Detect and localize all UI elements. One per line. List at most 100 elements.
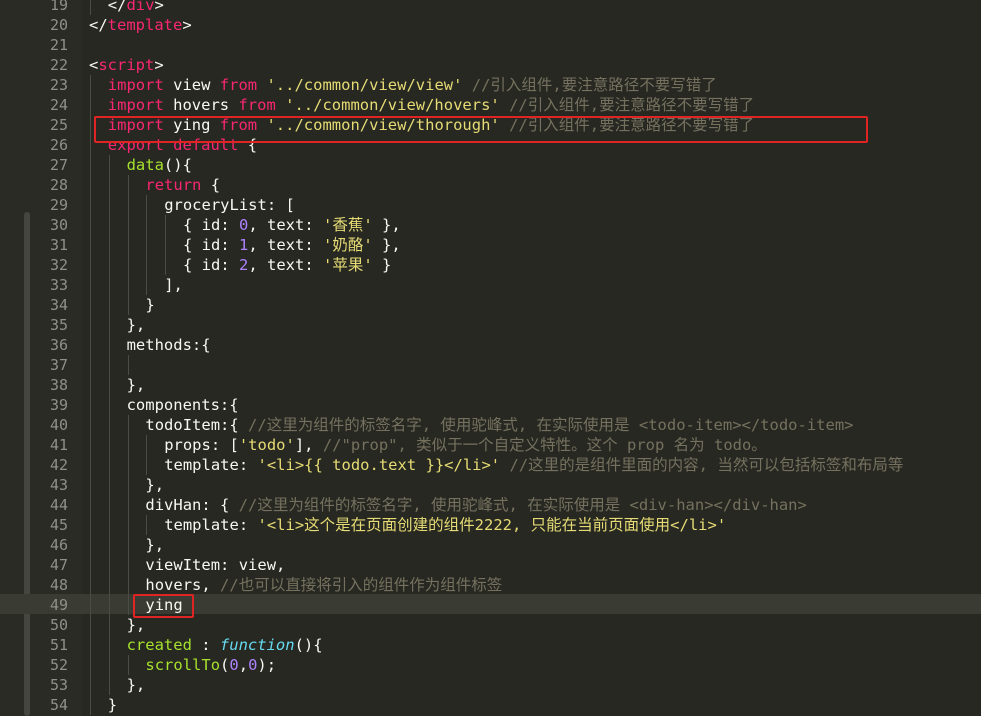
code-text[interactable]: import view from '../common/view/view' /…: [108, 75, 717, 95]
code-text[interactable]: template: '<li>{{ todo.text }}</li>' //这…: [164, 455, 903, 475]
code-line[interactable]: 44 divHan: { //这里为组件的标签名字, 使用驼峰式, 在实际使用是 …: [0, 495, 981, 515]
code-line[interactable]: 28 return {: [0, 175, 981, 195]
indent-guide: [127, 215, 129, 235]
line-number: 19: [49, 0, 68, 14]
line-number: 34: [49, 296, 68, 314]
token: '奶酪': [323, 236, 373, 254]
token: ],: [294, 436, 323, 454]
code-line[interactable]: 43},: [0, 475, 981, 495]
code-line[interactable]: 46},: [0, 535, 981, 555]
code-text[interactable]: import hovers from '../common/view/hover…: [108, 95, 754, 115]
code-text[interactable]: data(){: [127, 155, 192, 175]
indent-guide: [108, 375, 110, 395]
indent-guide: [127, 455, 129, 475]
token: ],: [164, 276, 183, 294]
code-text[interactable]: { id: 2, text: '苹果' }: [183, 255, 391, 275]
code-line[interactable]: 20 </template>: [0, 15, 981, 35]
line-number: 48: [49, 576, 68, 594]
code-text[interactable]: { id: 0, text: '香蕉' },: [183, 215, 401, 235]
code-text[interactable]: created : function(){: [127, 635, 323, 655]
code-line[interactable]: 51 created : function(){: [0, 635, 981, 655]
code-text[interactable]: }: [145, 295, 154, 315]
code-line[interactable]: 21: [0, 35, 981, 55]
code-line[interactable]: 48 hovers, //也可以直接将引入的组件作为组件标签: [0, 575, 981, 595]
code-text[interactable]: },: [127, 675, 146, 695]
code-line[interactable]: 30 { id: 0, text: '香蕉' },: [0, 215, 981, 235]
code-editor[interactable]: 19 </div> 20 </template> 21 22 <script> 23 impor…: [0, 0, 981, 716]
code-text[interactable]: scrollTo(0,0);: [145, 655, 276, 675]
code-text[interactable]: },: [127, 315, 146, 335]
indent-guide: [90, 355, 91, 375]
code-line[interactable]: 52 scrollTo(0,0);: [0, 655, 981, 675]
indent-guide: [90, 255, 91, 275]
code-text[interactable]: hovers, //也可以直接将引入的组件作为组件标签: [145, 575, 502, 595]
code-text[interactable]: },: [127, 375, 146, 395]
code-line[interactable]: 53},: [0, 675, 981, 695]
indent-guide: [146, 235, 148, 255]
code-line[interactable]: 32 { id: 2, text: '苹果' }: [0, 255, 981, 275]
code-text[interactable]: },: [145, 535, 164, 555]
token: }: [145, 296, 155, 314]
code-line[interactable]: 54}: [0, 695, 981, 715]
code-text[interactable]: ],: [164, 275, 183, 295]
indent-guide: [127, 195, 129, 215]
code-text[interactable]: components:{: [127, 395, 239, 415]
import-ying-line-box: [94, 116, 868, 143]
token: //这里为组件的标签名字, 使用驼峰式, 在实际使用是 <todo-item><…: [248, 416, 854, 434]
token: //这里的是组件里面的内容, 当然可以包括标签和布局等: [500, 456, 904, 474]
code-line[interactable]: 24 import hovers from '../common/view/hov…: [0, 95, 981, 115]
code-line[interactable]: 35},: [0, 315, 981, 335]
code-line[interactable]: 23 import view from '../common/view/view'…: [0, 75, 981, 95]
indent-guide: [146, 195, 148, 215]
token: '苹果': [323, 256, 373, 274]
code-text[interactable]: return {: [145, 175, 220, 195]
code-text[interactable]: { id: 1, text: '奶酪' },: [183, 235, 401, 255]
token: hovers,: [145, 576, 221, 594]
code-text[interactable]: groceryList: [: [164, 195, 295, 215]
code-line[interactable]: 27 data(){: [0, 155, 981, 175]
token: },: [126, 616, 146, 634]
token: , text:: [248, 216, 323, 234]
code-text[interactable]: divHan: { //这里为组件的标签名字, 使用驼峰式, 在实际使用是 <d…: [145, 495, 806, 515]
code-text[interactable]: props: ['todo'], //"prop", 类似于一个自定义特性。这个…: [164, 435, 767, 455]
code-text[interactable]: }: [108, 695, 117, 715]
code-line[interactable]: 37: [0, 355, 981, 375]
code-line[interactable]: 36 methods:{: [0, 335, 981, 355]
code-line[interactable]: 39 components:{: [0, 395, 981, 415]
token: },: [126, 316, 146, 334]
code-text[interactable]: },: [127, 615, 146, 635]
indent-guide: [108, 615, 110, 635]
indent-guide: [127, 355, 129, 375]
code-text[interactable]: todoItem:{ //这里为组件的标签名字, 使用驼峰式, 在实际使用是 <…: [145, 415, 853, 435]
code-line[interactable]: 38},: [0, 375, 981, 395]
code-line[interactable]: 47 viewItem: view,: [0, 555, 981, 575]
code-text[interactable]: methods:{: [127, 335, 211, 355]
indent-guide: [90, 315, 91, 335]
token: ,: [238, 656, 249, 674]
code-line[interactable]: 45 template: '<li>这个是在页面创建的组件2222, 只能在当前页…: [0, 515, 981, 535]
code-text[interactable]: <script>: [89, 55, 164, 75]
code-text[interactable]: </div>: [108, 0, 164, 15]
code-line[interactable]: 22 <script>: [0, 55, 981, 75]
code-line[interactable]: 33],: [0, 275, 981, 295]
code-text[interactable]: </template>: [89, 15, 192, 35]
code-line[interactable]: 40 todoItem:{ //这里为组件的标签名字, 使用驼峰式, 在实际使用是…: [0, 415, 981, 435]
code-text[interactable]: template: '<li>这个是在页面创建的组件2222, 只能在当前页面使…: [164, 515, 726, 535]
token: //"prop", 类似于一个自定义特性。这个 prop 名为 todo。: [322, 436, 767, 454]
code-line[interactable]: 29 groceryList: [: [0, 195, 981, 215]
code-line[interactable]: 34}: [0, 295, 981, 315]
line-number: 40: [49, 416, 68, 434]
code-line[interactable]: 41 props: ['todo'], //"prop", 类似于一个自定义特性。…: [0, 435, 981, 455]
token: }: [372, 256, 392, 274]
line-number: 30: [49, 216, 68, 234]
indent-guide: [127, 495, 129, 515]
token: , text:: [248, 236, 323, 254]
code-text[interactable]: },: [145, 475, 164, 495]
code-line[interactable]: 50},: [0, 615, 981, 635]
code-line[interactable]: 42 template: '<li>{{ todo.text }}</li>' /…: [0, 455, 981, 475]
code-line[interactable]: 19 </div>: [0, 0, 981, 15]
token: script: [98, 56, 155, 74]
token: { id:: [183, 256, 239, 274]
code-line[interactable]: 31 { id: 1, text: '奶酪' },: [0, 235, 981, 255]
code-text[interactable]: viewItem: view,: [145, 555, 285, 575]
